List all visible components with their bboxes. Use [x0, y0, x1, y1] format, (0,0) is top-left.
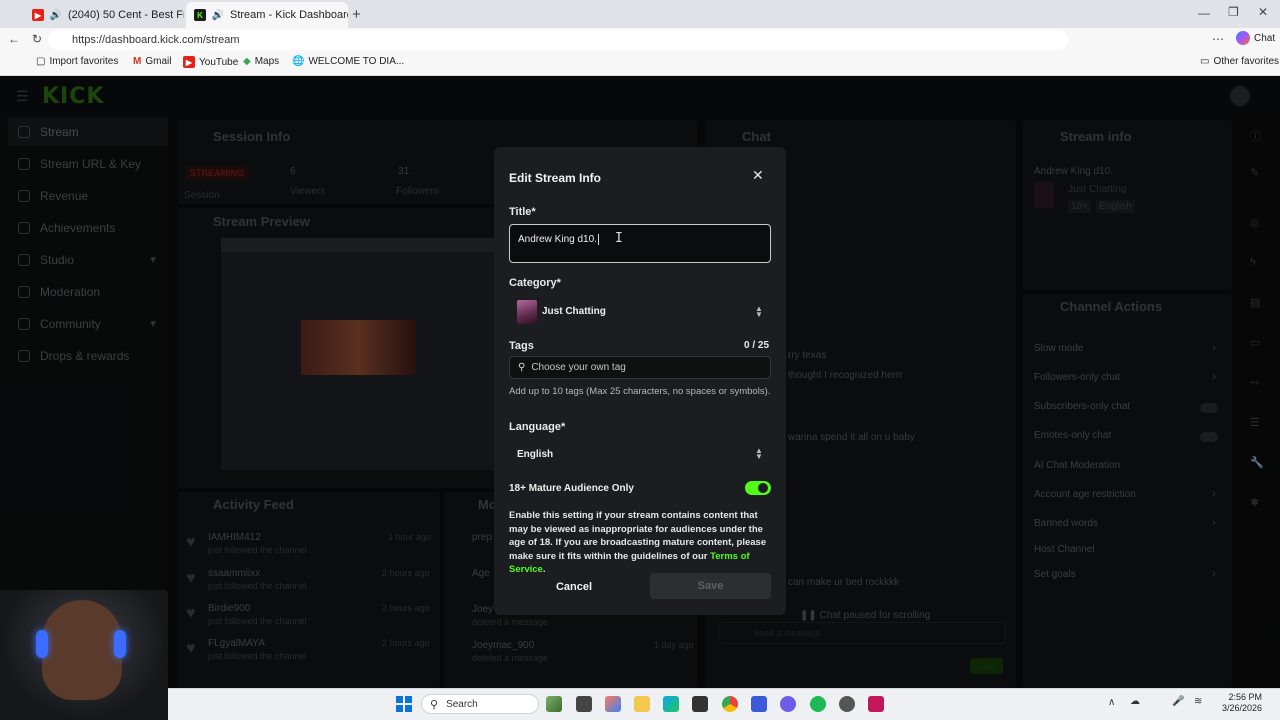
- spotify-icon[interactable]: [810, 696, 826, 712]
- headphone-right: [114, 630, 126, 658]
- windows-start-icon[interactable]: [396, 696, 412, 712]
- discord-icon[interactable]: [780, 696, 796, 712]
- mature-label: 18+ Mature Audience Only: [509, 483, 634, 494]
- search-icon: ⚲: [518, 362, 526, 373]
- youtube-icon: ▶: [32, 9, 44, 21]
- kick-icon: K: [194, 9, 206, 21]
- title-label: Title*: [509, 206, 536, 218]
- maps-icon: ◆: [243, 56, 251, 67]
- mature-toggle[interactable]: [745, 481, 771, 495]
- category-select[interactable]: Just Chatting ▲ ▼: [509, 296, 771, 328]
- store-icon[interactable]: [692, 696, 708, 712]
- stream-title-value: Andrew King d10.: [518, 234, 597, 246]
- browser-tab-bar: ▶ 🔊 (2040) 50 Cent - Best Friend ( ✕ K 🔊…: [0, 0, 1280, 28]
- new-tab-icon[interactable]: +: [352, 6, 361, 23]
- file-explorer-icon[interactable]: [634, 696, 650, 712]
- wifi-icon[interactable]: ≋: [1194, 696, 1202, 707]
- url-field[interactable]: https://dashboard.kick.com/stream: [48, 30, 1068, 50]
- bookmark-other-favorites[interactable]: ▭ Other favorites: [1200, 56, 1279, 67]
- tags-label: Tags: [509, 340, 534, 352]
- tab-label: Stream - Kick Dashboard: [230, 9, 348, 21]
- edit-stream-info-modal: Edit Stream Info ✕ Title* Andrew King d1…: [494, 147, 786, 615]
- speaker-icon: 🔊: [49, 9, 63, 21]
- cancel-button[interactable]: Cancel: [509, 574, 639, 599]
- outlook-icon[interactable]: [751, 696, 767, 712]
- task-view-icon[interactable]: [576, 696, 592, 712]
- bookmark-gmail[interactable]: M Gmail: [133, 56, 171, 67]
- globe-icon: 🌐: [292, 56, 305, 67]
- language-select[interactable]: English ▲ ▼: [509, 441, 771, 467]
- obs-icon[interactable]: [839, 696, 855, 712]
- bookmark-import-favorites[interactable]: ▢ Import favorites: [36, 56, 118, 67]
- microphone-icon[interactable]: 🎤: [1172, 696, 1184, 707]
- category-thumbnail: [517, 300, 537, 324]
- copilot-icon[interactable]: [1236, 31, 1250, 45]
- tags-placeholder: Choose your own tag: [531, 362, 626, 373]
- text-cursor-icon: I: [615, 231, 623, 246]
- url-text: https://dashboard.kick.com/stream: [72, 34, 240, 46]
- tags-input[interactable]: ⚲ Choose your own tag: [509, 356, 771, 379]
- bookmark-maps[interactable]: ◆ Maps: [243, 56, 279, 67]
- tab-kick-dashboard[interactable]: K 🔊 Stream - Kick Dashboard ✕: [186, 2, 348, 28]
- modal-title: Edit Stream Info: [509, 171, 602, 185]
- bookmark-youtube[interactable]: ▶ YouTube: [183, 56, 238, 68]
- tab-youtube[interactable]: ▶ 🔊 (2040) 50 Cent - Best Friend ( ✕: [24, 2, 184, 28]
- window-close-icon[interactable]: ✕: [1258, 5, 1268, 19]
- refresh-icon[interactable]: ↻: [32, 32, 42, 46]
- stream-title-input[interactable]: Andrew King d10.: [509, 224, 771, 263]
- back-icon[interactable]: ←: [8, 32, 20, 46]
- text-caret: [597, 234, 599, 245]
- cloud-icon[interactable]: ☁: [1130, 696, 1140, 707]
- mature-warning-text: Enable this setting if your stream conta…: [509, 510, 767, 575]
- search-highlight-icon: [546, 696, 562, 712]
- chevron-up-icon[interactable]: ∧: [1108, 697, 1115, 708]
- select-arrows-icon: ▲ ▼: [755, 446, 763, 461]
- more-icon[interactable]: ⋯: [1212, 32, 1224, 46]
- tab-label: (2040) 50 Cent - Best Friend (: [68, 9, 184, 21]
- bookmark-welcome[interactable]: 🌐 WELCOME TO DIA...: [292, 56, 404, 67]
- app-icon[interactable]: [868, 696, 884, 712]
- system-clock[interactable]: 2:56 PM 3/26/2026: [1222, 692, 1262, 714]
- import-icon: ▢: [36, 56, 46, 67]
- language-value: English: [517, 449, 554, 460]
- minimize-icon[interactable]: —: [1198, 6, 1210, 20]
- webcam-person: [42, 600, 122, 700]
- search-icon: ⚲: [430, 698, 439, 711]
- tags-counter: 0 / 25: [744, 340, 770, 351]
- copilot-app-icon[interactable]: [605, 696, 621, 712]
- select-arrows-icon: ▲ ▼: [755, 304, 763, 319]
- chrome-icon[interactable]: [722, 696, 738, 712]
- language-label: Language*: [509, 421, 566, 433]
- folder-icon: ▭: [1200, 56, 1210, 67]
- edge-icon[interactable]: [663, 696, 679, 712]
- copilot-chat-label[interactable]: Chat: [1254, 33, 1275, 44]
- taskbar-search[interactable]: ⚲ Search: [421, 694, 539, 714]
- save-button[interactable]: Save: [650, 573, 771, 599]
- speaker-icon: 🔊: [211, 9, 225, 21]
- tags-help-text: Add up to 10 tags (Max 25 characters, no…: [509, 386, 771, 397]
- headphone-left: [36, 630, 48, 658]
- toggle-knob: [758, 483, 768, 493]
- category-value: Just Chatting: [542, 306, 606, 317]
- gmail-icon: M: [133, 56, 142, 67]
- restore-icon[interactable]: ❐: [1228, 5, 1239, 19]
- webcam-overlay: [0, 590, 168, 720]
- close-icon[interactable]: ✕: [752, 167, 764, 184]
- youtube-icon: ▶: [183, 56, 195, 68]
- category-label: Category*: [509, 277, 561, 289]
